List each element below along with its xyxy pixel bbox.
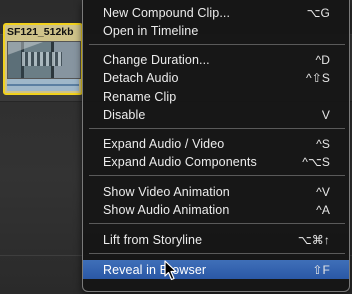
menu-separator bbox=[89, 128, 345, 129]
menu-item-reveal-in-browser[interactable]: Reveal in Browser ⇧F bbox=[83, 260, 349, 279]
menu-item-detach-audio[interactable]: Detach Audio ^⇧S bbox=[83, 69, 349, 87]
menu-item-expand-audio-components[interactable]: Expand Audio Components ^⌥S bbox=[83, 153, 349, 171]
menu-item-label: Expand Audio Components bbox=[103, 155, 257, 169]
menu-item-disable[interactable]: Disable V bbox=[83, 106, 349, 124]
menu-separator bbox=[89, 44, 345, 45]
clip-title: SF121_512kb bbox=[7, 26, 74, 38]
menu-separator bbox=[89, 175, 345, 176]
menu-item-shortcut: V bbox=[321, 108, 330, 122]
menu-item-label: Expand Audio / Video bbox=[103, 137, 225, 151]
menu-item-change-duration[interactable]: Change Duration... ^D bbox=[83, 51, 349, 69]
menu-item-open-in-timeline[interactable]: Open in Timeline bbox=[83, 22, 349, 40]
menu-item-label: Detach Audio bbox=[103, 71, 179, 85]
menu-item-new-compound-clip[interactable]: New Compound Clip... ⌥G bbox=[83, 4, 349, 22]
menu-item-shortcut: ^S bbox=[316, 137, 330, 151]
menu-separator bbox=[89, 223, 345, 224]
menu-item-label: Open in Timeline bbox=[103, 24, 199, 38]
clip-audio-waveform bbox=[7, 79, 79, 91]
menu-item-label: Lift from Storyline bbox=[103, 233, 203, 247]
menu-item-shortcut: ^D bbox=[315, 53, 330, 67]
menu-item-label: Show Audio Animation bbox=[103, 203, 230, 217]
menu-item-show-video-animation[interactable]: Show Video Animation ^V bbox=[83, 183, 349, 201]
menu-item-shortcut: ^V bbox=[316, 185, 330, 199]
clip-thumbnail bbox=[7, 41, 81, 79]
menu-item-label: Change Duration... bbox=[103, 53, 210, 67]
menu-item-label: Show Video Animation bbox=[103, 185, 230, 199]
menu-item-lift-from-storyline[interactable]: Lift from Storyline ⌥⌘↑ bbox=[83, 231, 349, 249]
menu-item-shortcut: ⇧F bbox=[312, 262, 330, 277]
menu-item-shortcut: ⌥⌘↑ bbox=[297, 233, 330, 247]
menu-item-expand-audio-video[interactable]: Expand Audio / Video ^S bbox=[83, 135, 349, 153]
menu-separator bbox=[89, 253, 345, 254]
menu-item-label: Disable bbox=[103, 108, 146, 122]
menu-item-shortcut: ⌥G bbox=[306, 6, 330, 20]
menu-item-shortcut: ^⇧S bbox=[306, 71, 330, 85]
menu-item-label: Rename Clip bbox=[103, 90, 177, 104]
timeline-clip[interactable]: SF121_512kb bbox=[3, 23, 83, 95]
menu-item-show-audio-animation[interactable]: Show Audio Animation ^A bbox=[83, 201, 349, 219]
menu-item-shortcut: ^⌥S bbox=[302, 155, 330, 169]
menu-item-label: New Compound Clip... bbox=[103, 6, 231, 20]
menu-item-label: Reveal in Browser bbox=[103, 262, 207, 277]
menu-item-rename-clip[interactable]: Rename Clip bbox=[83, 88, 349, 106]
menu-item-shortcut: ^A bbox=[316, 203, 330, 217]
context-menu: New Compound Clip... ⌥G Open in Timeline… bbox=[82, 0, 350, 292]
mouse-pointer-icon bbox=[164, 260, 177, 281]
